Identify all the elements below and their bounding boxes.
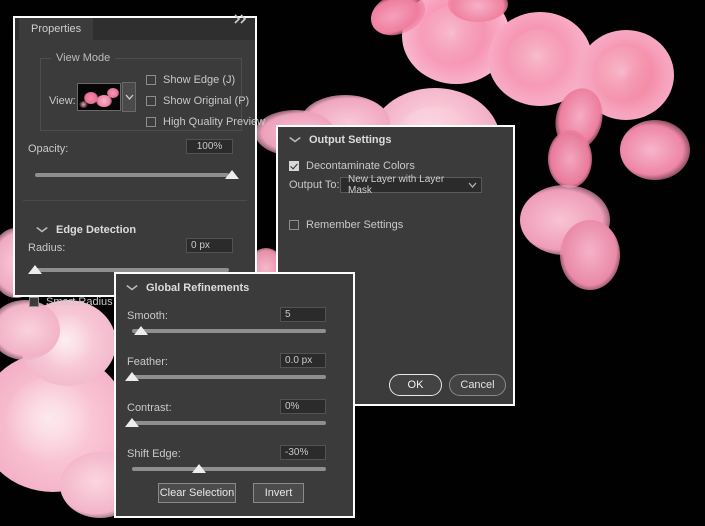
smart-radius-checkbox[interactable] <box>29 297 39 307</box>
smart-radius-label: Smart Radius <box>46 296 113 308</box>
shift-edge-value-field[interactable]: -30% <box>280 445 326 460</box>
thumbnail-rose <box>107 88 119 98</box>
clear-selection-button[interactable]: Clear Selection <box>158 483 236 503</box>
cancel-button-label: Cancel <box>460 379 495 391</box>
tab-properties-label: Properties <box>31 23 82 35</box>
ok-button-label: OK <box>407 379 424 391</box>
shift-edge-slider-track[interactable] <box>132 467 326 471</box>
shift-edge-slider-handle[interactable] <box>192 464 206 473</box>
show-original-label: Show Original (P) <box>163 95 250 107</box>
opacity-slider-handle[interactable] <box>225 170 239 179</box>
clear-selection-label: Clear Selection <box>159 487 235 499</box>
radius-value: 0 px <box>191 240 210 251</box>
show-edge-checkbox[interactable] <box>146 75 156 85</box>
view-mode-dropdown-button[interactable] <box>122 82 136 112</box>
thumbnail-petal <box>79 101 88 108</box>
ok-button[interactable]: OK <box>389 374 442 396</box>
view-preview-thumbnail[interactable] <box>77 83 121 111</box>
feather-label: Feather: <box>127 356 168 368</box>
feather-value-field[interactable]: 0.0 px <box>280 353 326 368</box>
global-refinements-panel: Global Refinements Smooth: 5 Feather: 0.… <box>114 272 355 518</box>
high-quality-preview-checkbox[interactable] <box>146 117 156 127</box>
output-to-value: New Layer with Layer Mask <box>348 174 445 196</box>
global-refinements-body: Global Refinements Smooth: 5 Feather: 0.… <box>116 274 353 516</box>
double-chevron-glyph <box>234 14 247 24</box>
checkbox-row-high-quality-preview[interactable]: High Quality Preview <box>146 116 265 128</box>
chevron-down-icon <box>289 135 302 145</box>
opacity-slider-track[interactable] <box>35 173 229 177</box>
output-to-dropdown[interactable]: New Layer with Layer Mask <box>340 174 482 196</box>
high-quality-preview-label: High Quality Preview <box>163 116 266 128</box>
checkbox-row-smart-radius[interactable]: Smart Radius <box>29 296 113 308</box>
contrast-label: Contrast: <box>127 402 172 414</box>
smooth-label: Smooth: <box>127 310 168 322</box>
radius-value-field[interactable]: 0 px <box>186 238 233 253</box>
decontaminate-colors-checkbox[interactable] <box>289 161 299 171</box>
tab-properties[interactable]: Properties <box>19 18 94 40</box>
show-edge-label: Show Edge (J) <box>163 74 236 86</box>
opacity-value: 100% <box>196 141 223 152</box>
output-settings-title: Output Settings <box>309 134 392 146</box>
opacity-value-field[interactable]: 100% <box>186 139 233 154</box>
invert-label: Invert <box>264 487 293 499</box>
decontaminate-colors-label: Decontaminate Colors <box>306 160 415 172</box>
properties-tab-strip: Properties <box>15 18 255 40</box>
decorative-petal <box>620 120 690 180</box>
checkbox-row-decontaminate-colors[interactable]: Decontaminate Colors <box>289 160 415 172</box>
output-settings-section-header[interactable]: Output Settings <box>289 134 392 146</box>
edge-detection-section-header[interactable]: Edge Detection <box>36 224 137 236</box>
contrast-value: 0% <box>285 401 300 412</box>
decorative-petal <box>548 130 592 188</box>
opacity-label: Opacity: <box>28 143 69 155</box>
view-label: View: <box>49 95 76 107</box>
chevron-down-icon <box>468 181 477 190</box>
cancel-button[interactable]: Cancel <box>449 374 506 396</box>
shift-edge-label: Shift Edge: <box>127 448 181 460</box>
invert-button[interactable]: Invert <box>253 483 304 503</box>
view-mode-group: View Mode View: Show Edge (J) Show Origi… <box>40 52 265 131</box>
smooth-slider-track[interactable] <box>132 329 326 333</box>
contrast-slider-track[interactable] <box>132 421 326 425</box>
remember-settings-label: Remember Settings <box>306 219 404 231</box>
shift-edge-value: -30% <box>285 447 309 458</box>
chevron-down-icon <box>126 283 139 293</box>
decorative-petal <box>560 220 620 290</box>
panel-divider <box>23 200 247 201</box>
output-to-label: Output To: <box>289 179 340 191</box>
contrast-slider-handle[interactable] <box>125 418 139 427</box>
properties-panel-body: Properties View Mode View: Show Edge (J)… <box>15 14 265 308</box>
show-original-checkbox[interactable] <box>146 96 156 106</box>
view-mode-group-title: View Mode <box>51 52 116 64</box>
properties-panel: Properties View Mode View: Show Edge (J)… <box>13 14 265 308</box>
smooth-value-field[interactable]: 5 <box>280 307 326 322</box>
radius-slider-handle[interactable] <box>28 265 42 274</box>
smooth-value: 5 <box>285 309 291 320</box>
smooth-slider-handle[interactable] <box>134 326 148 335</box>
remember-settings-checkbox[interactable] <box>289 220 299 230</box>
global-refinements-title: Global Refinements <box>146 282 250 294</box>
edge-detection-title: Edge Detection <box>56 224 137 236</box>
chevron-down-icon <box>36 225 49 235</box>
feather-slider-handle[interactable] <box>125 372 139 381</box>
checkbox-row-remember-settings[interactable]: Remember Settings <box>289 219 403 231</box>
feather-value: 0.0 px <box>285 355 313 366</box>
feather-slider-track[interactable] <box>132 375 326 379</box>
checkbox-row-show-edge[interactable]: Show Edge (J) <box>146 74 235 86</box>
chevron-down-icon <box>125 94 133 100</box>
global-refinements-section-header[interactable]: Global Refinements <box>126 282 250 294</box>
checkbox-row-show-original[interactable]: Show Original (P) <box>146 95 249 107</box>
collapse-panel-icon[interactable] <box>233 11 249 27</box>
radius-label: Radius: <box>28 242 66 254</box>
contrast-value-field[interactable]: 0% <box>280 399 326 414</box>
